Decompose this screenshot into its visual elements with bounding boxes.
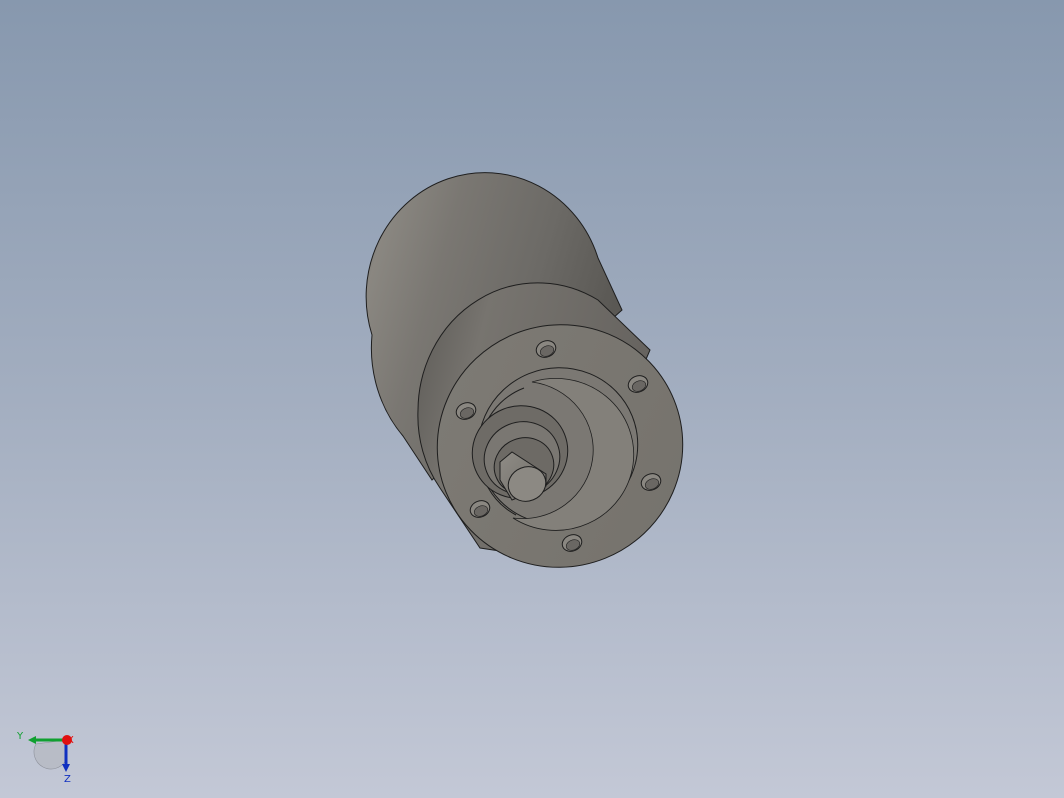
motor-model[interactable] <box>0 0 1064 798</box>
orientation-triad[interactable]: Y X Z <box>14 726 84 784</box>
y-axis-label: Y <box>16 731 24 742</box>
z-axis-label: Z <box>64 774 71 784</box>
x-axis-label: X <box>67 735 74 746</box>
graphics-viewport[interactable]: Y X Z <box>0 0 1064 798</box>
triad-plane <box>33 739 67 770</box>
